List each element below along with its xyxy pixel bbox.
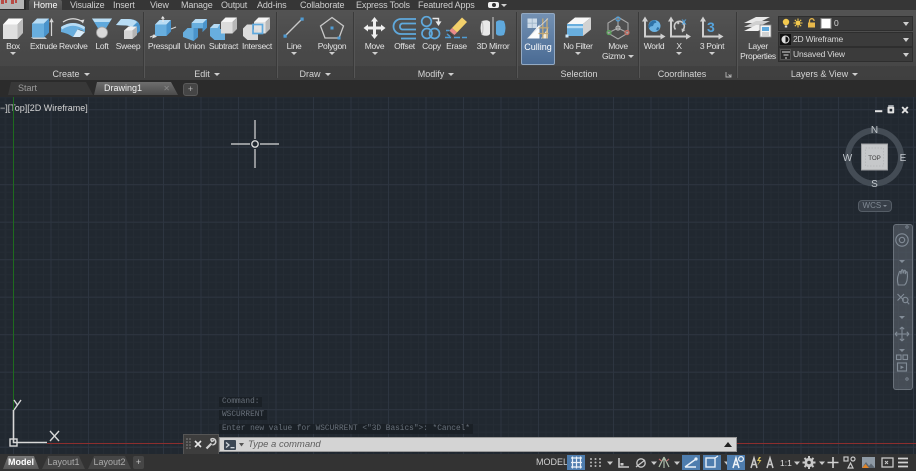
svg-text:TOP: TOP [868,155,881,162]
svg-text:E: E [900,153,907,164]
svg-text:x: x [682,17,687,27]
svg-text:S: S [871,179,878,188]
svg-text:1:1: 1:1 [780,458,792,468]
svg-text:N: N [871,125,878,136]
svg-text:W: W [843,153,853,164]
svg-text:3: 3 [707,19,715,35]
